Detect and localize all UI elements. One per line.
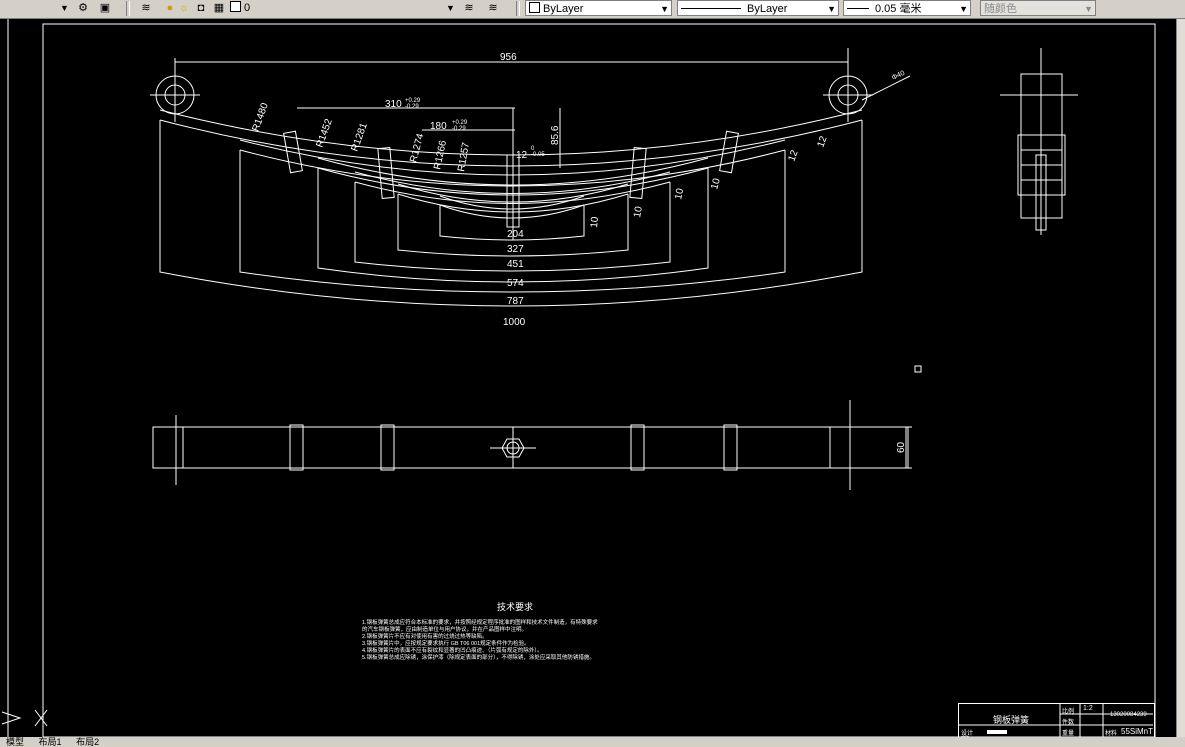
grip-marker — [914, 365, 922, 373]
layer-previous-icon[interactable]: ≋ — [486, 2, 500, 15]
tech-requirement-line: 3.钢板弹簧片中，应按规定要求执行 GB T06 001规定条件作为检验。 — [362, 641, 530, 647]
lock-icon[interactable]: ◘ — [194, 2, 208, 15]
tab-model[interactable]: 模型 — [0, 737, 30, 747]
lineweight-value: 0.05 毫米 — [875, 3, 922, 15]
tech-requirement-line: 2.钢板弹簧片不应有对使用有害的过烧过热等缺陷。 — [362, 634, 488, 640]
scale-label: 比例 — [1062, 709, 1075, 715]
plotstyle-value: 随颜色 — [984, 3, 1017, 15]
dim-radius: R1281 — [349, 121, 370, 153]
dim-center-offset-lower: -0.29 — [405, 104, 419, 110]
dim-leaf-length: 787 — [507, 296, 524, 307]
tech-requirements-title: 技术要求 — [497, 602, 534, 612]
tech-requirement-line: 的汽车钢板弹簧，应由制造单位与用户协议，并在产品图样中注明。 — [362, 627, 528, 633]
tab-layout1[interactable]: 布局1 — [33, 737, 68, 747]
lightbulb-icon[interactable]: ● — [163, 2, 177, 15]
color-dropdown[interactable]: ByLayer ▼ — [525, 0, 672, 16]
dim-radius: R1452 — [314, 117, 335, 149]
dim-leaf-length: 451 — [507, 259, 524, 270]
linetype-value: ByLayer — [747, 3, 788, 15]
dim-bolt: 12 — [516, 150, 528, 161]
layer-color-swatch — [230, 1, 241, 12]
technical-requirements: 技术要求 1.钢板弹簧总成应符合本标准的要求，并按照经规定程序批准的图样和技术文… — [362, 600, 598, 662]
sun-icon[interactable]: ☼ — [177, 2, 191, 15]
chevron-down-icon: ▼ — [446, 3, 455, 13]
layer-color-icon[interactable]: ▦ — [212, 2, 226, 15]
toolbar-separator — [126, 1, 130, 16]
dim-leaf-length: 1000 — [503, 317, 526, 328]
side-view — [1000, 48, 1078, 235]
material-label: 材料 — [1105, 731, 1118, 737]
color-swatch — [529, 2, 540, 13]
layer-dropdown[interactable]: 0 ▼ — [230, 1, 455, 16]
drawing-number: 13020084239 — [1110, 712, 1147, 718]
dim-center-hole: 180 — [430, 121, 447, 132]
vertical-scrollbar[interactable] — [1176, 19, 1185, 737]
designer-name-redacted — [987, 730, 1007, 734]
dim-bolt-lower: -0.05 — [531, 152, 545, 158]
dim-leaf-length: 327 — [507, 244, 524, 255]
dim-leaf-length: 574 — [507, 278, 524, 289]
layer-manager-icon[interactable]: ≋ — [139, 2, 153, 15]
tech-requirement-line: 1.钢板弹簧总成应符合本标准的要求，并按照经规定程序批准的图样和技术文件制造，有… — [362, 620, 598, 626]
chevron-down-icon: ▼ — [1084, 4, 1093, 14]
dim-height: 85.6 — [550, 125, 561, 145]
tab-layout2[interactable]: 布局2 — [70, 737, 105, 747]
dim-center-hole-lower: -0.29 — [452, 126, 466, 132]
tech-requirement-line: 4.钢板弹簧片的表面不应有裂纹和显著的凹凸痕迹、（片弧有规定的除外）。 — [362, 648, 543, 654]
tech-requirement-line: 5.钢板弹簧总成应除锈，涂保护漆（除规定表面的部分），不得除锈，涂处应采取其他防… — [362, 655, 595, 661]
dim-radius: R1480 — [250, 101, 271, 133]
dim-thickness: 12 — [786, 148, 800, 163]
material-value: 55SiMnT — [1121, 727, 1154, 736]
ucs-icon — [1, 709, 48, 727]
make-layer-current-icon[interactable]: ≋ — [462, 2, 476, 15]
dim-thickness: 10 — [673, 187, 686, 201]
layout-tabs: 模型 布局1 布局2 — [0, 737, 1185, 747]
lineweight-dropdown[interactable]: 0.05 毫米 ▼ — [843, 0, 971, 16]
dim-thickness: 10 — [632, 205, 645, 218]
toolbar-separator — [516, 1, 520, 16]
dim-radius: R1274 — [408, 132, 426, 164]
dim-leaf-length: 204 — [507, 229, 524, 240]
dim-thickness: 12 — [815, 134, 829, 149]
spring-leaves — [159, 109, 863, 219]
linetype-preview — [681, 8, 741, 9]
dim-radius: R1257 — [456, 141, 472, 172]
chevron-down-icon: ▼ — [660, 4, 669, 14]
qty-label: 件数 — [1062, 720, 1075, 726]
layer-home-icon[interactable]: ▣ — [98, 2, 112, 15]
scale-value: 1:2 — [1083, 705, 1093, 712]
layer-value: 0 — [244, 2, 251, 14]
linetype-dropdown[interactable]: ByLayer ▼ — [677, 0, 839, 16]
dim-thickness: 10 — [709, 177, 723, 191]
title-block: 钢板弹簧 比例 1:2 件数 重量 13020084239 设计 审核 材料 5… — [958, 703, 1155, 740]
layer-settings-icon[interactable]: ⚙ — [76, 2, 90, 15]
color-value: ByLayer — [543, 3, 584, 15]
plotstyle-dropdown: 随颜色 ▼ — [980, 0, 1096, 16]
dim-radius: R1266 — [432, 139, 449, 171]
lineweight-preview — [847, 8, 869, 9]
dim-thickness: 10 — [589, 216, 601, 228]
weight-label: 重量 — [1062, 731, 1075, 737]
dim-width: 60 — [896, 441, 907, 453]
dim-overall-length: 956 — [500, 52, 517, 63]
properties-toolbar: ▼ ⚙ ▣ ≋ ● ☼ ◘ ▦ 0 ▼ ≋ ≋ ByLayer ▼ ByLayer ▼… — [0, 0, 1185, 19]
chevron-down-icon: ▼ — [827, 4, 836, 14]
part-name: 钢板弹簧 — [993, 715, 1030, 725]
dim-center-offset: 310 — [385, 99, 402, 110]
top-view — [152, 400, 912, 490]
dim-eye-diameter: Φ40 — [891, 70, 906, 82]
chevron-down-icon: ▼ — [959, 4, 968, 14]
drawing-frame — [42, 23, 1156, 737]
